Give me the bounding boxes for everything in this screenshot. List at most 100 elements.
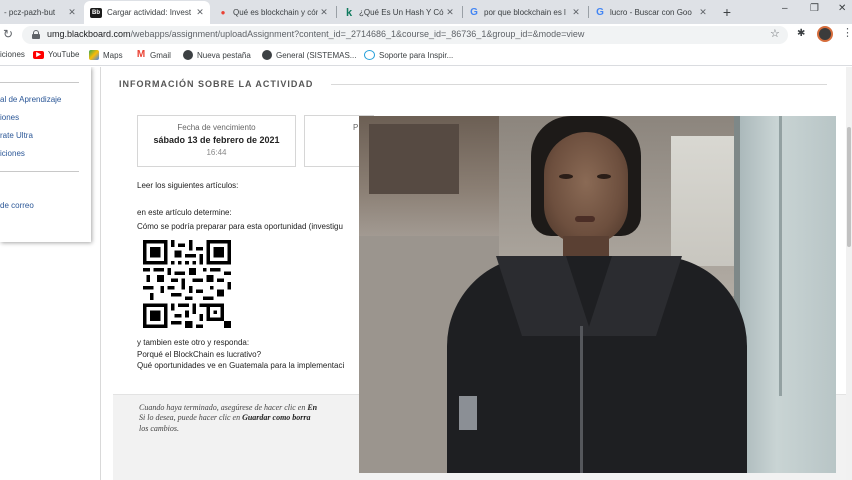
tab-title: lucro - Buscar con Goo [610,8,692,17]
sidebar-menu: al de Aprendizaje iones rate Ultra icion… [0,67,91,242]
question-text: Porqué el BlockChain es lucrativo? [137,350,262,359]
bookmark-label: YouTube [48,50,80,59]
section-title: INFORMACIÓN SOBRE LA ACTIVIDAD [119,79,314,89]
toolbar: ↻ umg.blackboard.com/webapps/assignment/… [0,24,852,46]
person-eye [559,174,573,179]
url-host: umg.blackboard.com [47,29,131,39]
bookmark-label: General (SISTEMAS... [276,50,357,60]
k-icon: k [345,6,353,19]
youtube-icon: ▶ [33,50,44,59]
sidebar-item-email[interactable]: de correo [0,201,34,210]
url-path: /webapps/assignment/uploadAssignment?con… [130,29,585,39]
tab-google-search-2[interactable]: G lucro - Buscar con Goo ✕ [589,1,713,24]
instruction-text: y tambien este otro y responda: [137,338,250,347]
close-icon[interactable]: ✕ [66,7,78,18]
divider [331,84,827,85]
pin-icon: ● [220,8,226,17]
instruction-text: Cómo se podría preparar para esta oportu… [137,222,343,231]
lock-icon[interactable] [32,30,40,39]
url-text[interactable]: umg.blackboard.com/webapps/assignment/up… [47,29,584,39]
person-jacket [447,256,747,473]
sidebar-item-4[interactable]: iciones [0,149,25,158]
bookmark-gmail[interactable]: M Gmail [136,50,171,60]
avatar[interactable] [817,26,833,42]
google-icon: G [470,7,478,18]
close-icon[interactable]: ✕ [570,7,582,18]
bookmark-label: Soporte para Inspir... [379,50,454,60]
address-bar[interactable]: umg.blackboard.com/webapps/assignment/up… [22,26,788,44]
globe-icon [262,50,272,60]
bookmarks-bar: iciones ▶ YouTube Maps M Gmail Nueva pes… [0,46,852,66]
qr-code-image[interactable] [143,240,231,328]
bookmark-support[interactable]: Soporte para Inspir... [364,50,453,60]
due-date-card: Fecha de vencimiento sábado 13 de febrer… [137,115,296,167]
person-face [544,132,628,244]
bookmark-star-icon[interactable]: ☆ [770,27,780,40]
divider [0,82,79,83]
blackboard-icon: Bb [90,7,102,18]
bookmark-maps[interactable]: Maps [89,50,123,60]
bookmark-label: Maps [103,50,123,60]
tab-blockchain[interactable]: ● Qué es blockchain y cóm ✕ [212,1,334,24]
instruction-line: Cuando haya terminado, asegúrese de hace… [139,403,318,412]
close-icon[interactable]: ✕ [697,7,709,18]
maps-icon [89,50,99,60]
tab-title: ¿Qué Es Un Hash Y Cóm [359,8,444,17]
gmail-icon: M [136,49,146,60]
sidebar-item-learning[interactable]: al de Aprendizaje [0,95,61,104]
webcam-video-overlay[interactable] [359,116,836,473]
due-date: sábado 13 de febrero de 2021 [153,135,280,145]
reload-icon[interactable]: ↻ [3,27,13,41]
bookmark-new-tab[interactable]: Nueva pestaña [183,50,251,60]
close-icon[interactable]: ✕ [194,7,206,18]
new-tab-button[interactable]: + [719,2,735,22]
points-label: P [353,123,359,132]
tab-hash[interactable]: k ¿Qué Es Un Hash Y Cóm ✕ [338,1,460,24]
tab-title: - pcz-pazh-but [4,8,56,17]
bookmark-label: Nueva pestaña [197,50,251,60]
sidebar-item-2[interactable]: iones [0,113,19,122]
tab-meet[interactable]: - pcz-pazh-but ✕ [0,1,82,24]
instruction-line: Si lo desea, puede hacer clic en Guardar… [139,413,311,422]
tab-separator [336,6,337,18]
question-text: Qué oportunidades ve en Guatemala para l… [137,361,345,370]
instruction-text: en este artículo determine: [137,208,232,217]
minimize-button[interactable]: – [782,3,788,14]
background-window [671,136,735,266]
person-eye [597,174,611,179]
menu-icon[interactable]: ⋮ [842,26,852,39]
extensions-icon[interactable]: ✱ [797,28,805,39]
tab-blackboard[interactable]: Bb Cargar actividad: Invest ✕ [84,1,210,24]
background-door [737,116,836,473]
bookmark-label: Gmail [150,50,171,60]
close-window-button[interactable]: ✕ [838,3,846,14]
background-shelf [359,116,499,236]
bookmark-general[interactable]: General (SISTEMAS... [262,50,356,60]
instruction-text: Leer los siguientes artículos: [137,181,239,190]
tab-google-search-1[interactable]: G por que blockchain es l ✕ [463,1,586,24]
google-icon: G [596,7,604,18]
bookmark-label: iciones [0,50,25,59]
sidebar-item-ultra[interactable]: rate Ultra [0,131,33,140]
person-mouth [575,216,595,222]
support-icon [364,50,375,60]
jacket-patch [459,396,477,430]
scrollbar-thumb[interactable] [847,127,851,247]
tab-title: Qué es blockchain y cóm [233,8,318,17]
tab-title: por que blockchain es l [484,8,566,17]
due-time: 16:44 [206,148,227,157]
bookmark-youtube[interactable]: ▶ YouTube [33,50,79,59]
globe-icon [183,50,193,60]
jacket-zipper [580,326,583,473]
close-icon[interactable]: ✕ [318,7,330,18]
divider [0,171,79,172]
tab-strip: - pcz-pazh-but ✕ Bb Cargar actividad: In… [0,0,852,24]
tab-title: Cargar actividad: Invest [107,8,192,17]
door-panel-line [779,116,782,396]
page-scrollbar[interactable] [846,67,852,480]
instruction-line: los cambios. [139,424,179,433]
bookmark-apps[interactable]: iciones [0,50,25,59]
content-border [100,67,101,480]
close-icon[interactable]: ✕ [444,7,456,18]
restore-button[interactable]: ❐ [810,3,819,14]
